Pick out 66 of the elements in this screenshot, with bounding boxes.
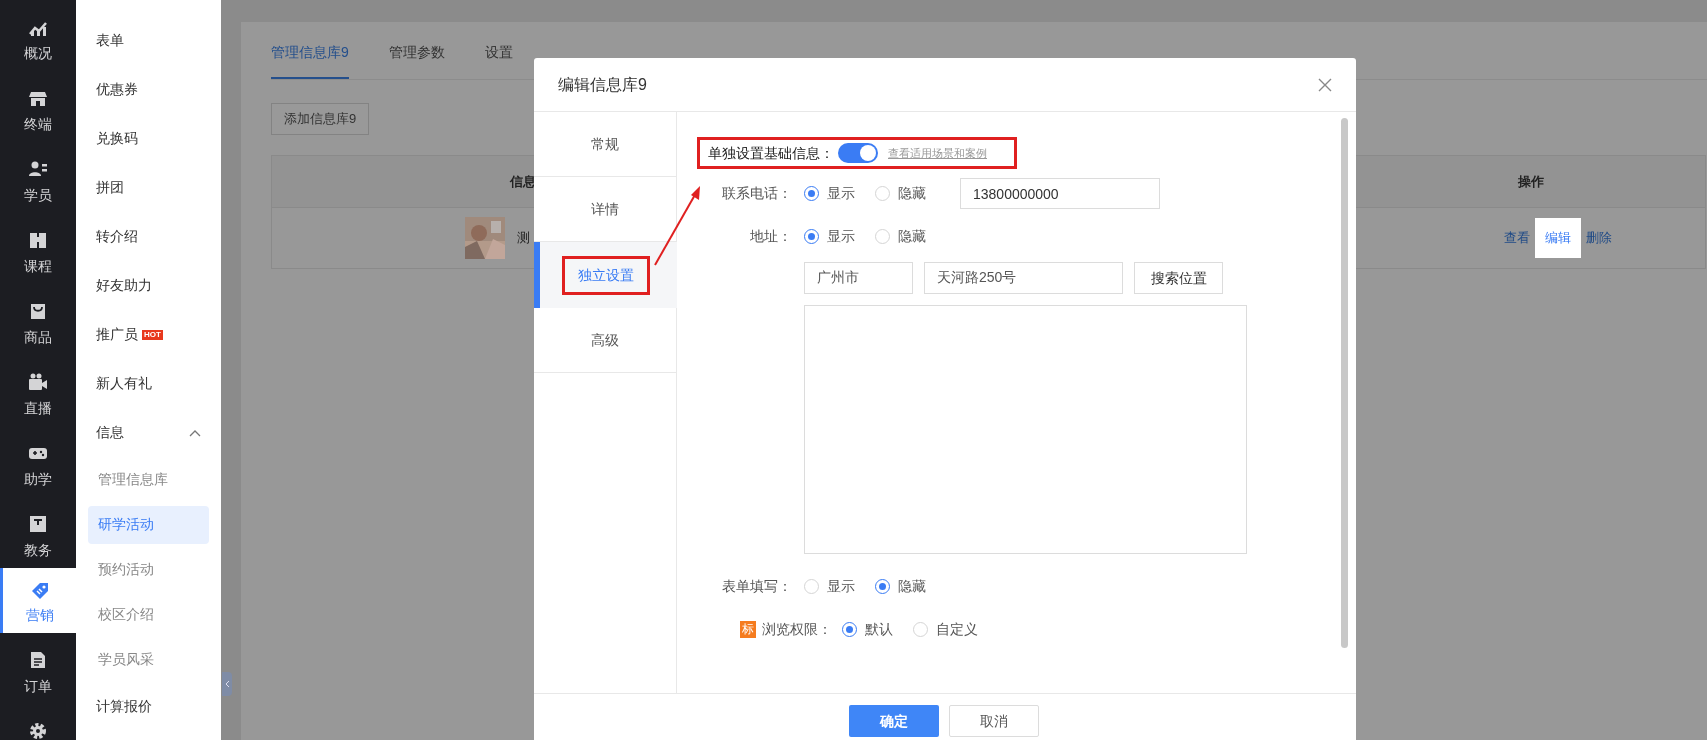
phone-field[interactable]: 13800000000 <box>960 178 1160 209</box>
dialog-tab[interactable]: 独立设置 <box>534 242 677 308</box>
action-link[interactable]: 编辑 <box>1535 218 1581 258</box>
menu-item[interactable]: 计算报价 <box>76 682 221 731</box>
scrollbar[interactable] <box>1341 118 1348 648</box>
camera-icon <box>28 372 48 392</box>
confirm-button[interactable]: 确定 <box>849 705 939 737</box>
submenu-item[interactable]: 研学活动 <box>88 505 209 544</box>
sidebar-item[interactable]: 教务 <box>0 497 76 568</box>
radio-label: 显示 <box>827 577 855 596</box>
menu-item[interactable]: 表单 <box>76 16 221 65</box>
collapse-handle[interactable] <box>222 672 232 696</box>
sidebar-item[interactable]: 课程 <box>0 213 76 284</box>
street-field[interactable]: 天河路250号 <box>924 262 1123 294</box>
sidebar-item[interactable]: 商品 <box>0 284 76 355</box>
sidebar-item[interactable]: 直播 <box>0 355 76 426</box>
radio-label: 默认 <box>865 620 893 639</box>
hot-badge: HOT <box>142 329 163 340</box>
cancel-button[interactable]: 取消 <box>949 705 1039 737</box>
toggle-switch[interactable] <box>838 143 878 163</box>
box-icon <box>28 514 48 534</box>
menu-item[interactable]: 兑换码 <box>76 114 221 163</box>
submenu-item[interactable]: 预约活动 <box>88 550 209 589</box>
menu-item[interactable]: 优惠券 <box>76 65 221 114</box>
gear-icon <box>28 721 48 740</box>
field-label: 地址： <box>750 227 792 246</box>
setting-label: 单独设置基础信息： <box>708 143 834 163</box>
page-tab[interactable]: 管理参数 <box>388 42 445 79</box>
sidebar-item[interactable]: 概况 <box>0 0 76 71</box>
radio-label: 隐藏 <box>898 577 926 596</box>
menu-item[interactable]: 转介绍 <box>76 212 221 261</box>
menu-item[interactable]: 新人有礼 <box>76 359 221 408</box>
close-icon[interactable] <box>1318 77 1332 92</box>
column-header: 操作 <box>1518 172 1544 191</box>
radio-label: 隐藏 <box>898 227 926 246</box>
radio-label: 隐藏 <box>898 184 926 203</box>
menu-item[interactable]: 好友助力 <box>76 261 221 310</box>
chevron-icon <box>189 428 201 437</box>
field-label: 联系电话： <box>722 184 792 203</box>
field-label: 表单填写： <box>722 577 792 596</box>
bag-icon <box>28 301 48 321</box>
radio-label: 显示 <box>827 184 855 203</box>
sidebar-item[interactable]: 学员 <box>0 142 76 213</box>
menu-item[interactable]: 推广员 <box>96 324 138 345</box>
add-button[interactable]: 添加信息库9 <box>271 103 370 135</box>
field-label: 浏览权限： <box>762 620 832 639</box>
city-field[interactable]: 广州市 <box>804 262 913 294</box>
submenu-item[interactable]: 校区介绍 <box>88 595 209 634</box>
people-icon <box>28 159 48 179</box>
submenu-item[interactable]: 学员风采 <box>88 640 209 679</box>
menu-item[interactable]: 信息 <box>76 408 221 457</box>
dialog-title: 编辑信息库9 <box>558 74 647 95</box>
search-location-button[interactable]: 搜索位置 <box>1134 262 1223 294</box>
table-cell-text: 测 <box>517 229 530 247</box>
sidebar-item[interactable]: 助学 <box>0 426 76 497</box>
submenu-item[interactable]: 管理信息库 <box>88 460 209 499</box>
tag-badge: 标 <box>740 621 756 638</box>
column-header: 信息 <box>510 172 536 191</box>
book-icon <box>28 230 48 250</box>
sidebar-item[interactable]: 终端 <box>0 71 76 142</box>
menu-item[interactable]: 拼团 <box>76 163 221 212</box>
document-icon <box>28 650 48 670</box>
radio-label: 自定义 <box>936 620 978 639</box>
page-tab[interactable]: 设置 <box>484 42 513 79</box>
radio-label: 显示 <box>827 227 855 246</box>
sidebar-item[interactable]: 订单 <box>0 633 76 704</box>
